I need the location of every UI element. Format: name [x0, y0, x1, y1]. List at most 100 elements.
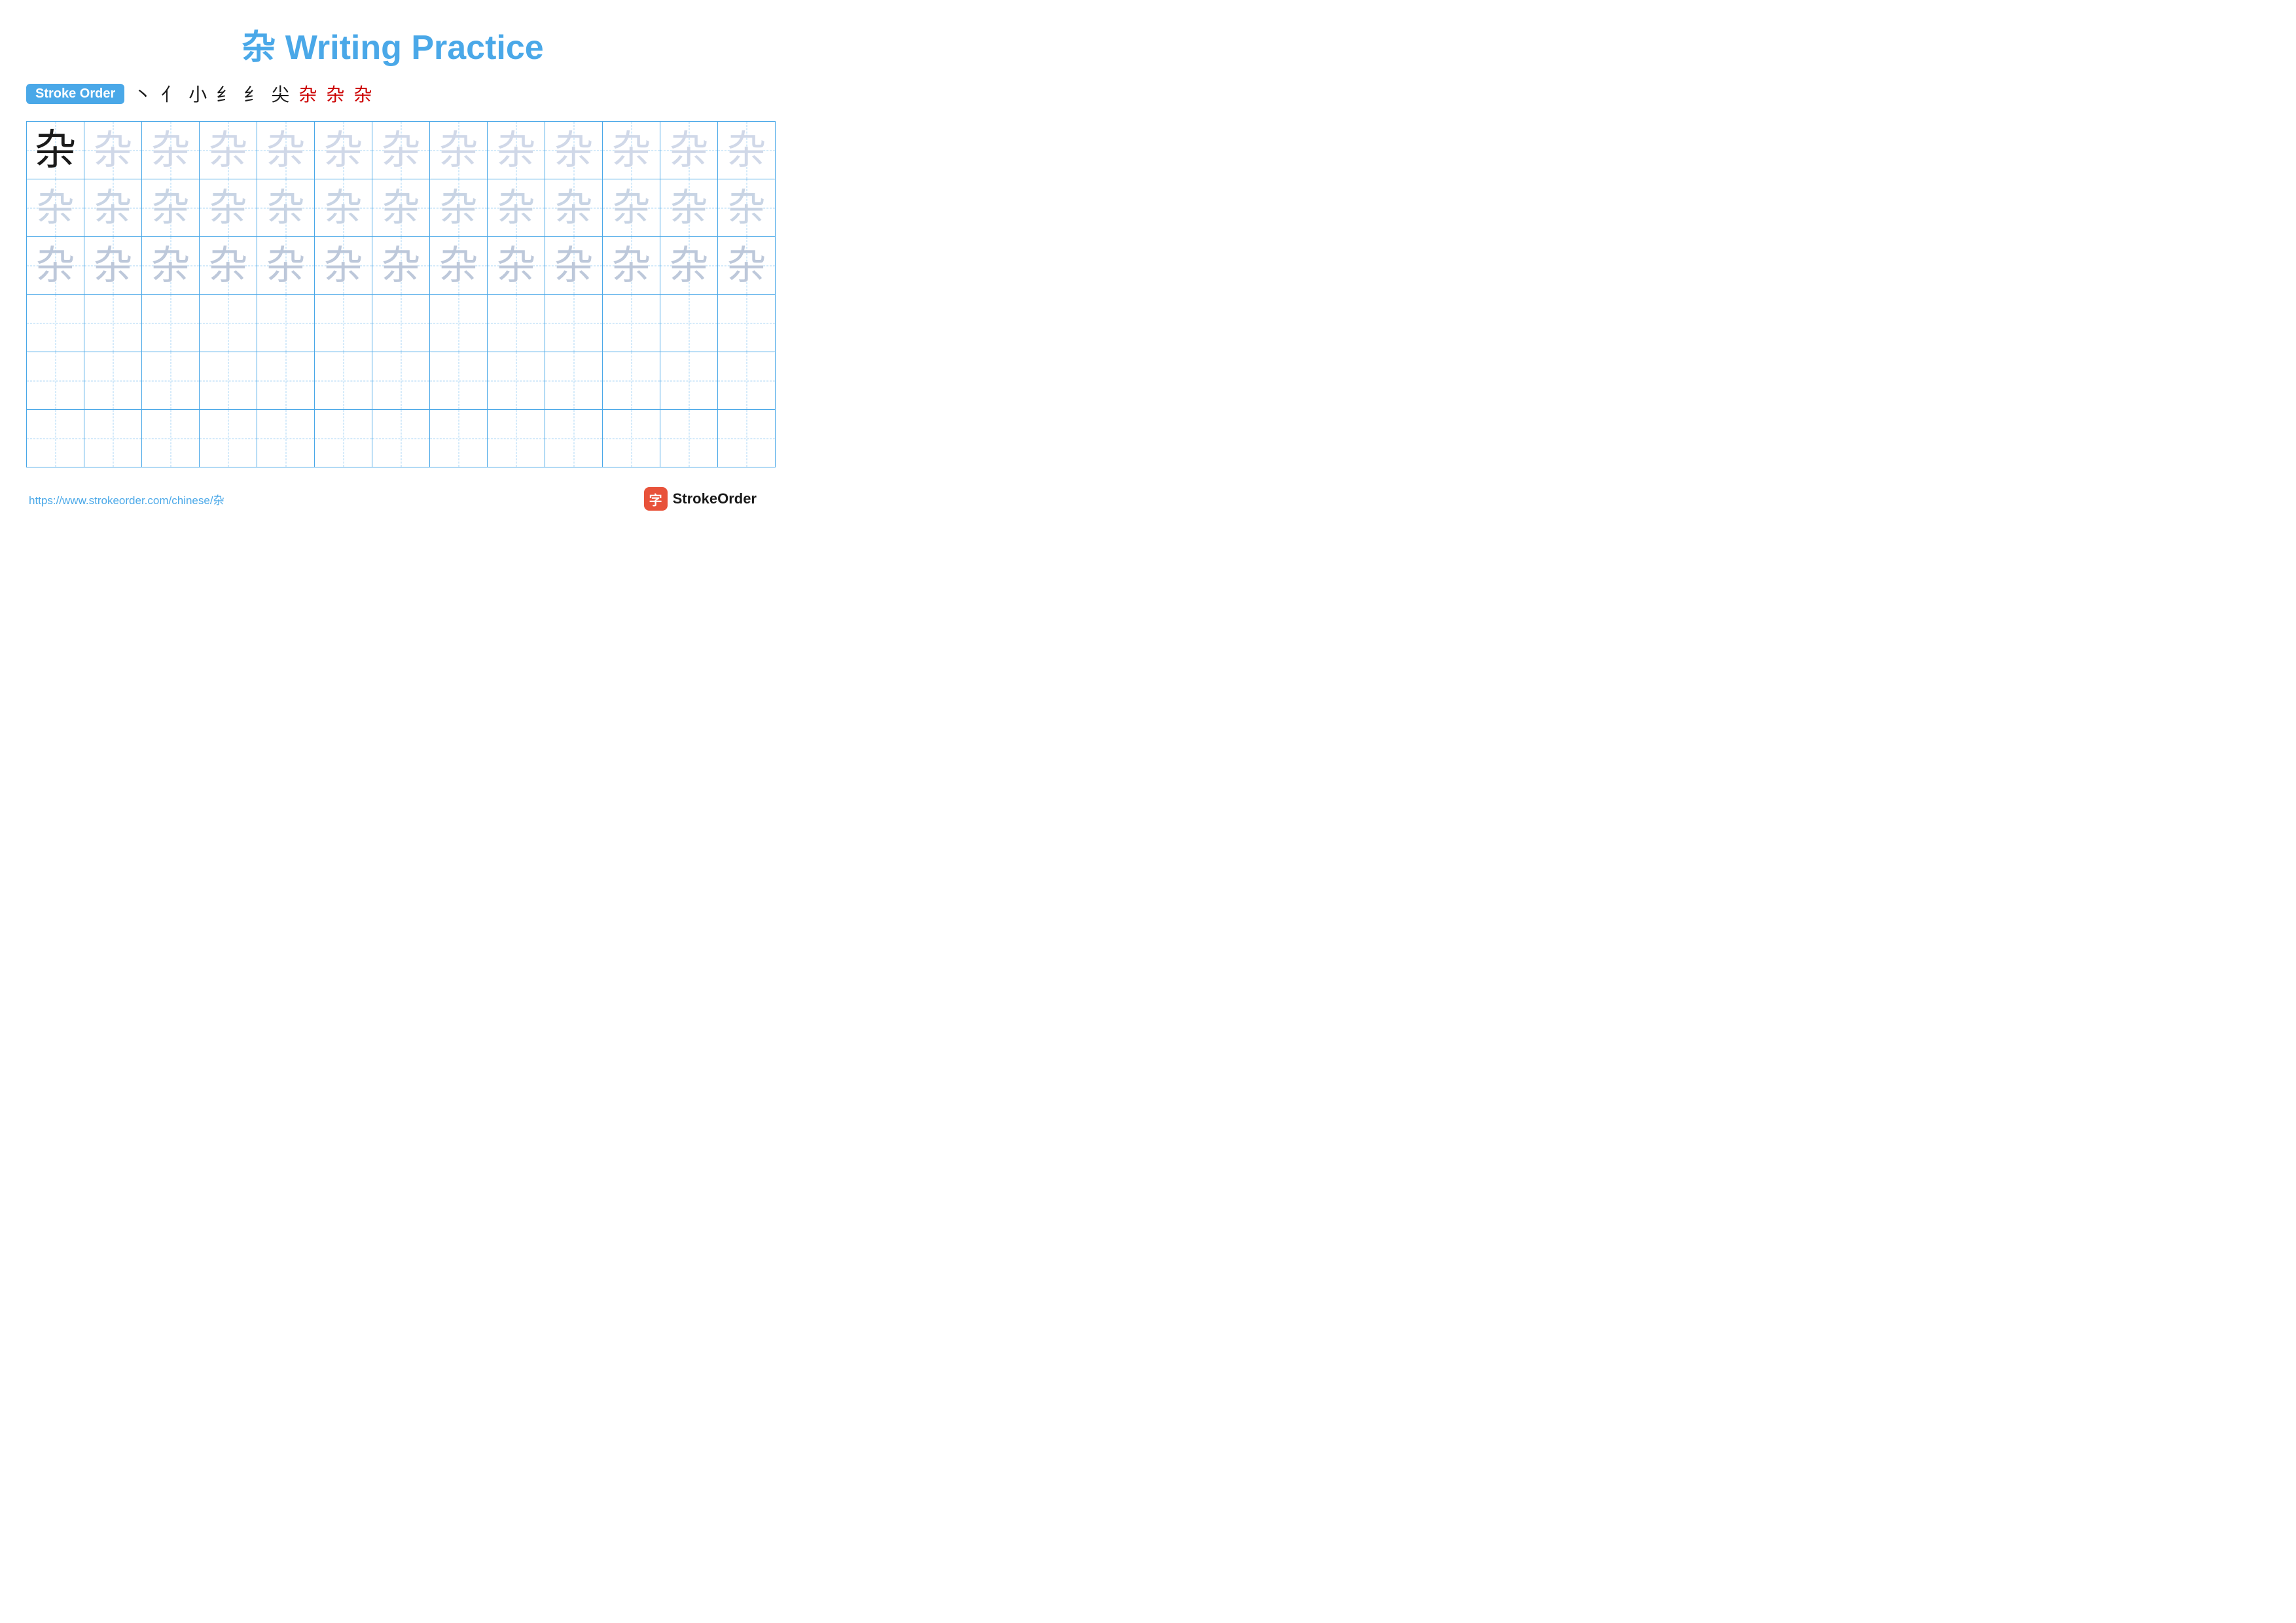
grid-cell-4-6[interactable] — [315, 295, 372, 352]
stroke-order-badge: Stroke Order — [26, 84, 124, 104]
grid-cell-5-10[interactable] — [545, 352, 603, 410]
grid-cell-2-2: 杂 — [84, 179, 142, 237]
stroke-step-4: 纟 — [216, 81, 234, 107]
grid-cell-6-3[interactable] — [142, 410, 200, 467]
grid-cell-5-4[interactable] — [200, 352, 257, 410]
grid-cell-3-5: 杂 — [257, 237, 315, 295]
grid-cell-4-12[interactable] — [660, 295, 718, 352]
grid-cell-4-13[interactable] — [718, 295, 776, 352]
grid-cell-4-5[interactable] — [257, 295, 315, 352]
grid-cell-2-1: 杂 — [27, 179, 84, 237]
grid-cell-1-11: 杂 — [603, 122, 660, 179]
grid-cell-3-12: 杂 — [660, 237, 718, 295]
footer: https://www.strokeorder.com/chinese/杂 字 … — [26, 487, 759, 511]
brand-icon: 字 — [644, 487, 668, 511]
stroke-step-7: 杂 — [298, 81, 317, 107]
grid-cell-2-9: 杂 — [488, 179, 545, 237]
grid-cell-4-4[interactable] — [200, 295, 257, 352]
grid-cell-5-5[interactable] — [257, 352, 315, 410]
grid-row-5 — [27, 352, 776, 410]
grid-cell-1-3: 杂 — [142, 122, 200, 179]
stroke-step-8: 杂 — [326, 81, 344, 107]
grid-cell-3-11: 杂 — [603, 237, 660, 295]
grid-cell-3-2: 杂 — [84, 237, 142, 295]
brand-logo: 字 StrokeOrder — [644, 487, 757, 511]
grid-cell-3-7: 杂 — [372, 237, 430, 295]
grid-row-2: 杂 杂 杂 杂 杂 杂 杂 杂 杂 杂 杂 杂 杂 — [27, 179, 776, 237]
stroke-step-1: 丶 — [134, 81, 152, 107]
grid-cell-3-6: 杂 — [315, 237, 372, 295]
grid-row-6 — [27, 410, 776, 467]
grid-cell-3-1: 杂 — [27, 237, 84, 295]
grid-cell-3-10: 杂 — [545, 237, 603, 295]
grid-cell-6-7[interactable] — [372, 410, 430, 467]
grid-cell-4-10[interactable] — [545, 295, 603, 352]
grid-cell-1-7: 杂 — [372, 122, 430, 179]
grid-cell-4-3[interactable] — [142, 295, 200, 352]
grid-cell-5-3[interactable] — [142, 352, 200, 410]
grid-cell-6-13[interactable] — [718, 410, 776, 467]
grid-cell-1-4: 杂 — [200, 122, 257, 179]
grid-cell-4-7[interactable] — [372, 295, 430, 352]
grid-cell-2-12: 杂 — [660, 179, 718, 237]
grid-cell-5-2[interactable] — [84, 352, 142, 410]
grid-cell-6-12[interactable] — [660, 410, 718, 467]
grid-cell-1-12: 杂 — [660, 122, 718, 179]
stroke-step-6: 尖 — [271, 81, 289, 107]
grid-cell-4-8[interactable] — [430, 295, 488, 352]
grid-cell-1-5: 杂 — [257, 122, 315, 179]
grid-cell-6-1[interactable] — [27, 410, 84, 467]
grid-cell-4-9[interactable] — [488, 295, 545, 352]
grid-row-3: 杂 杂 杂 杂 杂 杂 杂 杂 杂 杂 杂 杂 杂 — [27, 237, 776, 295]
grid-cell-4-2[interactable] — [84, 295, 142, 352]
grid-cell-2-13: 杂 — [718, 179, 776, 237]
grid-cell-1-10: 杂 — [545, 122, 603, 179]
grid-cell-6-5[interactable] — [257, 410, 315, 467]
grid-row-4 — [27, 295, 776, 352]
grid-cell-3-4: 杂 — [200, 237, 257, 295]
grid-cell-2-11: 杂 — [603, 179, 660, 237]
grid-cell-5-12[interactable] — [660, 352, 718, 410]
grid-cell-2-10: 杂 — [545, 179, 603, 237]
page-title: 杂 Writing Practice — [26, 20, 759, 69]
grid-cell-6-8[interactable] — [430, 410, 488, 467]
grid-cell-6-6[interactable] — [315, 410, 372, 467]
grid-cell-5-9[interactable] — [488, 352, 545, 410]
grid-cell-5-7[interactable] — [372, 352, 430, 410]
grid-cell-5-1[interactable] — [27, 352, 84, 410]
grid-cell-6-2[interactable] — [84, 410, 142, 467]
grid-cell-6-11[interactable] — [603, 410, 660, 467]
grid-cell-4-11[interactable] — [603, 295, 660, 352]
stroke-step-2: 亻 — [161, 81, 179, 107]
grid-cell-2-6: 杂 — [315, 179, 372, 237]
stroke-step-5: 纟 — [243, 81, 262, 107]
grid-cell-2-5: 杂 — [257, 179, 315, 237]
grid-cell-1-1: 杂 — [27, 122, 84, 179]
stroke-step-3: 小 — [188, 81, 207, 107]
grid-cell-2-3: 杂 — [142, 179, 200, 237]
grid-cell-6-10[interactable] — [545, 410, 603, 467]
footer-link[interactable]: https://www.strokeorder.com/chinese/杂 — [29, 491, 224, 507]
practice-grid: 杂 杂 杂 杂 杂 杂 杂 杂 杂 杂 杂 杂 杂 杂 杂 杂 杂 杂 杂 杂 … — [26, 121, 776, 467]
grid-cell-1-8: 杂 — [430, 122, 488, 179]
grid-cell-1-2: 杂 — [84, 122, 142, 179]
grid-cell-1-6: 杂 — [315, 122, 372, 179]
grid-cell-6-9[interactable] — [488, 410, 545, 467]
grid-cell-1-13: 杂 — [718, 122, 776, 179]
grid-row-1: 杂 杂 杂 杂 杂 杂 杂 杂 杂 杂 杂 杂 杂 — [27, 122, 776, 179]
stroke-step-9: 杂 — [353, 81, 372, 107]
grid-cell-3-9: 杂 — [488, 237, 545, 295]
grid-cell-1-9: 杂 — [488, 122, 545, 179]
grid-cell-2-4: 杂 — [200, 179, 257, 237]
grid-cell-5-6[interactable] — [315, 352, 372, 410]
grid-cell-5-11[interactable] — [603, 352, 660, 410]
grid-cell-3-8: 杂 — [430, 237, 488, 295]
grid-cell-5-13[interactable] — [718, 352, 776, 410]
grid-cell-5-8[interactable] — [430, 352, 488, 410]
grid-cell-4-1[interactable] — [27, 295, 84, 352]
brand-name: StrokeOrder — [673, 490, 757, 507]
stroke-order-row: Stroke Order 丶 亻 小 纟 纟 尖 杂 杂 杂 — [26, 81, 759, 107]
grid-cell-6-4[interactable] — [200, 410, 257, 467]
grid-cell-2-7: 杂 — [372, 179, 430, 237]
grid-cell-3-13: 杂 — [718, 237, 776, 295]
